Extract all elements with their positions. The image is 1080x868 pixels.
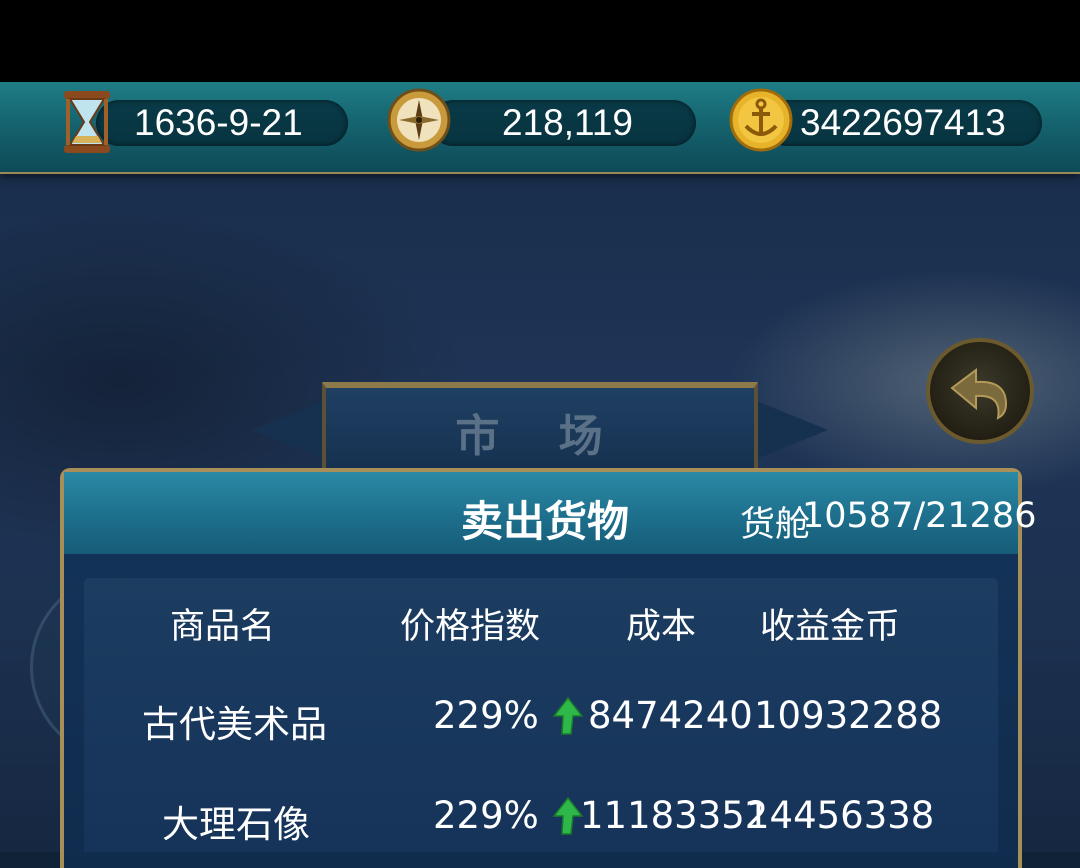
resource-bar: 1636-9-21 218,119 3422697413 <box>0 82 1080 174</box>
profit-value: 14456338 <box>746 794 935 837</box>
cargo-label: 货舱 <box>740 505 811 545</box>
sell-panel-title: 卖出货物 <box>460 497 629 546</box>
anchor-coin-icon <box>729 88 793 152</box>
cost-value: 11183352 <box>580 794 769 837</box>
back-button[interactable] <box>926 338 1034 444</box>
column-header-name: 商品名 <box>170 607 276 647</box>
cost-value: 8474240 <box>588 694 753 737</box>
goods-name: 古代美术品 <box>142 703 327 746</box>
cargo-value: 10587/21286 <box>802 496 1037 536</box>
compass-icon <box>387 88 451 152</box>
trend-up-icon <box>552 696 584 735</box>
date-value: 1636-9-21 <box>134 102 303 143</box>
goods-name: 大理石像 <box>162 803 310 846</box>
status-bar <box>0 0 1080 82</box>
banner-ribbon-left <box>252 400 326 460</box>
profit-value: 10932288 <box>754 694 943 737</box>
gold-value: 3422697413 <box>800 102 1006 143</box>
market-title: 市 场 <box>455 411 625 462</box>
price-index: 229% <box>433 694 539 737</box>
column-header-price-index: 价格指数 <box>400 607 541 647</box>
reputation-value: 218,119 <box>502 102 633 143</box>
price-index: 229% <box>433 794 539 837</box>
banner-ribbon-right <box>754 400 828 460</box>
back-arrow-icon <box>950 368 1008 420</box>
column-header-cost: 成本 <box>626 607 697 647</box>
hourglass-icon <box>64 91 110 153</box>
column-header-profit: 收益金币 <box>760 607 901 647</box>
